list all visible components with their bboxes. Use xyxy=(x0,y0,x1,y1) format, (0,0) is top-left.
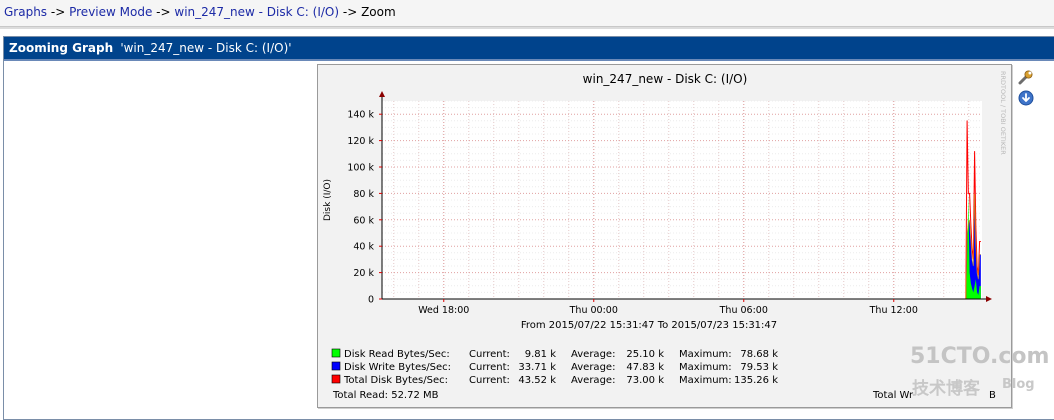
legend-swatch xyxy=(331,361,341,371)
legend-text: 47.83 k xyxy=(626,362,664,373)
legend-text: Total Disk Bytes/Sec: xyxy=(343,375,448,386)
breadcrumb-separator: -> xyxy=(342,5,358,19)
legend-text: Current: xyxy=(469,375,510,386)
legend-text: 25.10 k xyxy=(626,349,664,360)
legend-swatch xyxy=(331,374,341,384)
legend-text: 73.00 k xyxy=(626,375,664,386)
legend-text: Average: xyxy=(571,349,615,360)
breadcrumb-bar: Graphs -> Preview Mode -> win_247_new - … xyxy=(0,0,1054,27)
x-tick-label: Wed 18:00 xyxy=(418,305,469,316)
breadcrumb-separator: -> xyxy=(50,5,66,19)
y-tick-label: 100 k xyxy=(347,163,374,174)
legend-text: Maximum: xyxy=(679,362,732,373)
legend-text: 78.68 k xyxy=(740,349,778,360)
y-tick-label: 0 xyxy=(368,295,374,306)
panel-title-graph-name: 'win_247_new - Disk C: (I/O)' xyxy=(120,41,292,55)
breadcrumb-current: Zoom xyxy=(361,5,396,19)
site-watermark: 51CTO.com 技术博客 Blog xyxy=(910,344,1050,404)
date-range: From 2015/07/22 15:31:47 To 2015/07/23 1… xyxy=(521,320,777,331)
legend: Disk Read Bytes/Sec: Current: 9.81 k Averag… xyxy=(331,348,778,386)
y-tick-label: 60 k xyxy=(353,215,374,226)
wrench-icon[interactable] xyxy=(1018,69,1034,85)
download-icon[interactable] xyxy=(1018,90,1034,106)
breadcrumb-separator: -> xyxy=(156,5,171,19)
y-tick-label: 140 k xyxy=(347,110,374,121)
divider xyxy=(0,27,1054,29)
legend-text: Disk Write Bytes/Sec: xyxy=(344,362,451,373)
y-tick-label: 20 k xyxy=(353,268,374,279)
rrdtool-watermark: RRDTOOL / TOBI OETIKER xyxy=(999,71,1007,155)
breadcrumb-graph-name[interactable]: win_247_new - Disk C: (I/O) xyxy=(174,5,339,19)
legend-swatch xyxy=(331,348,341,358)
legend-text: Disk Read Bytes/Sec: xyxy=(344,349,450,360)
y-tick-label: 80 k xyxy=(353,189,374,200)
x-tick-label: Thu 00:00 xyxy=(569,305,618,316)
y-tick-label: 120 k xyxy=(347,136,374,147)
panel-title: Zooming Graph 'win_247_new - Disk C: (I/… xyxy=(4,37,1054,59)
breadcrumb-preview-mode[interactable]: Preview Mode xyxy=(69,5,152,19)
legend-text: 9.81 k xyxy=(525,349,556,360)
graph-image[interactable]: 0 20 k 40 k 60 k 80 k 100 k 120 k 140 k Wed 18:… xyxy=(317,64,1012,408)
rrd-chart[interactable]: 0 20 k 40 k 60 k 80 k 100 k 120 k 140 k Wed 18:… xyxy=(318,65,1011,407)
legend-text: Maximum: xyxy=(679,375,732,386)
chart-title: win_247_new - Disk C: (I/O) xyxy=(583,72,748,86)
panel-divider xyxy=(4,59,1054,61)
y-tick-label: 40 k xyxy=(353,242,374,253)
x-tick-label: Thu 12:00 xyxy=(869,305,918,316)
legend-text: 79.53 k xyxy=(740,362,778,373)
watermark-cn: 技术博客 xyxy=(912,379,980,399)
panel-title-prefix: Zooming Graph xyxy=(9,41,114,55)
x-tick-label: Thu 06:00 xyxy=(719,305,768,316)
y-axis-label: Disk (I/O) xyxy=(323,179,333,221)
legend-text: Maximum: xyxy=(679,349,732,360)
legend-text: 135.26 k xyxy=(734,375,778,386)
legend-text: 43.52 k xyxy=(518,375,556,386)
legend-text: Current: xyxy=(469,362,510,373)
breadcrumb: Graphs -> Preview Mode -> win_247_new - … xyxy=(4,5,396,19)
total-write: Total Wr xyxy=(872,390,914,401)
watermark-brand: 51CTO.com xyxy=(910,344,1050,369)
watermark-blog: Blog xyxy=(1002,377,1035,392)
legend-text: Average: xyxy=(571,375,615,386)
legend-text: Current: xyxy=(469,349,510,360)
legend-text: 33.71 k xyxy=(518,362,556,373)
breadcrumb-graphs[interactable]: Graphs xyxy=(4,5,47,19)
legend-text: Average: xyxy=(571,362,615,373)
total-read: Total Read: 52.72 MB xyxy=(332,390,439,401)
